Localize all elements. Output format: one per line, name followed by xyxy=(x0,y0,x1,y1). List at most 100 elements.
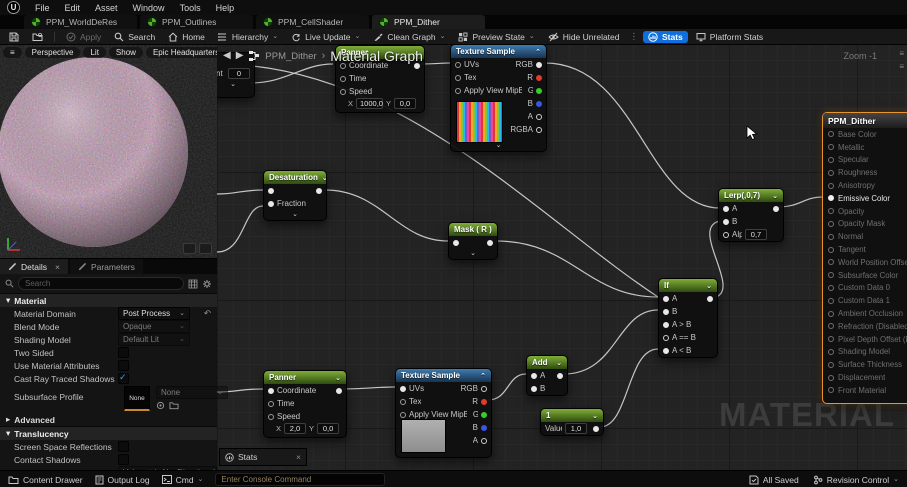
input-pin[interactable] xyxy=(828,182,834,189)
asset-tab[interactable]: PPM_WorldDeRes xyxy=(24,15,137,29)
input-pin[interactable] xyxy=(828,387,834,394)
input-pin[interactable] xyxy=(340,75,346,82)
subsurface-profile-thumbnail[interactable]: None xyxy=(124,386,150,411)
chevron-down-icon[interactable]: ⌄ xyxy=(322,174,326,182)
constant-node[interactable]: 1 ⌄ Value 1,0 xyxy=(540,408,604,436)
save-button[interactable] xyxy=(4,31,24,43)
panel-menu-icon[interactable]: ≡ xyxy=(899,62,904,71)
menu-item[interactable]: Tools xyxy=(180,3,201,13)
input-pin[interactable] xyxy=(400,411,406,418)
chevron-up-icon[interactable]: ⌃ xyxy=(480,372,486,380)
speed-x-value[interactable]: 2,0 xyxy=(284,423,307,434)
home-button[interactable]: Home xyxy=(163,31,210,43)
material-domain-dropdown[interactable]: Post Process ⌄ xyxy=(118,307,190,320)
input-pin[interactable] xyxy=(340,88,346,95)
viewport-menu-button[interactable]: ≡ xyxy=(3,47,22,58)
speed-x-value[interactable]: 1000,0 xyxy=(356,98,383,109)
input-pin[interactable] xyxy=(828,156,834,163)
input-pin[interactable] xyxy=(531,385,537,392)
chevron-down-icon[interactable]: ⌄ xyxy=(772,192,778,200)
input-pin[interactable] xyxy=(828,208,834,215)
speed-y-value[interactable]: 0,0 xyxy=(317,423,340,434)
menu-item[interactable]: Edit xyxy=(65,3,81,13)
browse-to-asset-button[interactable] xyxy=(27,31,48,43)
value-box[interactable]: 0 xyxy=(228,68,250,79)
apply-button[interactable]: Apply xyxy=(61,31,106,43)
subsurface-profile-dropdown[interactable]: None ⌄ xyxy=(156,386,228,399)
input-pin[interactable] xyxy=(723,231,729,238)
input-pin[interactable] xyxy=(828,233,834,240)
input-pin[interactable] xyxy=(828,310,834,317)
screen-space-reflections-checkbox[interactable] xyxy=(118,441,129,452)
chevron-down-icon[interactable]: ⌄ xyxy=(335,374,341,382)
tab-details[interactable]: Details × xyxy=(0,259,68,274)
asset-tab[interactable]: PPM_Outlines xyxy=(140,15,253,29)
input-pin[interactable] xyxy=(663,295,669,302)
output-pin[interactable] xyxy=(557,372,563,379)
chevron-down-icon[interactable]: ⌄ xyxy=(556,359,562,367)
input-pin[interactable] xyxy=(663,308,669,315)
contact-shadows-checkbox[interactable] xyxy=(118,454,129,465)
revision-control-button[interactable]: Revision Control ⌄ xyxy=(813,475,899,485)
chevron-down-icon[interactable]: ⌄ xyxy=(264,210,326,220)
output-pin[interactable] xyxy=(481,398,487,405)
forward-button[interactable]: ▶ xyxy=(236,51,244,61)
output-pin[interactable] xyxy=(536,113,542,120)
output-pin[interactable] xyxy=(536,126,542,133)
input-pin[interactable] xyxy=(455,61,461,68)
viewport-capture-button[interactable] xyxy=(183,243,196,254)
input-pin[interactable] xyxy=(828,297,834,304)
browse-asset-icon[interactable] xyxy=(169,401,179,410)
stats-panel-tab[interactable]: Stats × xyxy=(219,448,307,466)
output-pin[interactable] xyxy=(536,61,542,68)
input-pin[interactable] xyxy=(268,187,274,194)
output-pin[interactable] xyxy=(593,425,599,432)
output-pin[interactable] xyxy=(336,387,342,394)
input-pin[interactable] xyxy=(531,372,537,379)
output-pin[interactable] xyxy=(487,239,493,246)
material-preview-viewport[interactable]: ≡ Perspective Lit Show Epic Headquarters xyxy=(0,44,217,258)
desaturation-node[interactable]: Desaturation ⌄ Fraction ⌄ xyxy=(263,170,327,221)
viewport-canvas[interactable] xyxy=(0,44,217,258)
breadcrumb-parent[interactable]: PPM_Dither xyxy=(265,51,316,62)
output-pin[interactable] xyxy=(481,424,487,431)
input-pin[interactable] xyxy=(828,246,834,253)
input-pin[interactable] xyxy=(828,169,834,176)
menu-item[interactable]: Window xyxy=(133,3,165,13)
platform-stats-button[interactable]: Platform Stats xyxy=(691,31,768,43)
input-pin[interactable] xyxy=(400,385,406,392)
add-node[interactable]: Add ⌄ A B xyxy=(526,355,568,396)
chevron-down-icon[interactable]: ⌄ xyxy=(217,80,254,90)
lit-mode-dropdown[interactable]: Lit xyxy=(83,47,106,58)
perspective-dropdown[interactable]: Perspective xyxy=(24,47,81,58)
input-pin[interactable] xyxy=(268,200,274,207)
stats-button[interactable]: Stats xyxy=(643,30,688,43)
category-translucency[interactable]: ▾ Translucency xyxy=(0,426,217,440)
show-dropdown[interactable]: Show xyxy=(108,47,143,58)
shading-model-dropdown[interactable]: Default Lit ⌄ xyxy=(118,333,190,346)
category-material[interactable]: ▾ Material xyxy=(0,293,217,307)
input-pin[interactable] xyxy=(268,413,274,420)
speed-y-value[interactable]: 0,0 xyxy=(394,98,416,109)
hierarchy-button[interactable]: Hierarchy ⌄ xyxy=(213,31,283,43)
input-pin[interactable] xyxy=(828,144,834,151)
input-pin[interactable] xyxy=(828,336,834,343)
output-pin[interactable] xyxy=(316,187,322,194)
cmd-dropdown[interactable]: Cmd ⌄ xyxy=(161,475,203,485)
input-pin[interactable] xyxy=(828,374,834,381)
output-pin[interactable] xyxy=(536,74,542,81)
asset-tab[interactable]: PPM_Dither xyxy=(372,15,485,29)
input-pin[interactable] xyxy=(663,321,669,328)
input-pin[interactable] xyxy=(828,131,834,138)
material-graph-canvas[interactable]: ◀ ▶ PPM_Dither › Material Graph Zoom -1 … xyxy=(217,44,907,470)
live-update-button[interactable]: Live Update ⌄ xyxy=(286,31,365,43)
material-output-node[interactable]: PPM_Dither Base Color Metallic Specular … xyxy=(822,112,907,404)
details-search-input[interactable] xyxy=(18,277,184,290)
input-pin[interactable] xyxy=(828,220,834,227)
input-pin[interactable] xyxy=(828,284,834,291)
reset-to-default-icon[interactable]: ↶ xyxy=(204,308,211,319)
console-command-input[interactable] xyxy=(215,473,386,486)
gear-icon[interactable] xyxy=(202,279,212,289)
texture-sample-node-top[interactable]: Texture Sample ⌃ UVs RGB Tex R Apply Vie… xyxy=(450,44,547,152)
category-advanced[interactable]: ▸ Advanced xyxy=(0,413,217,426)
